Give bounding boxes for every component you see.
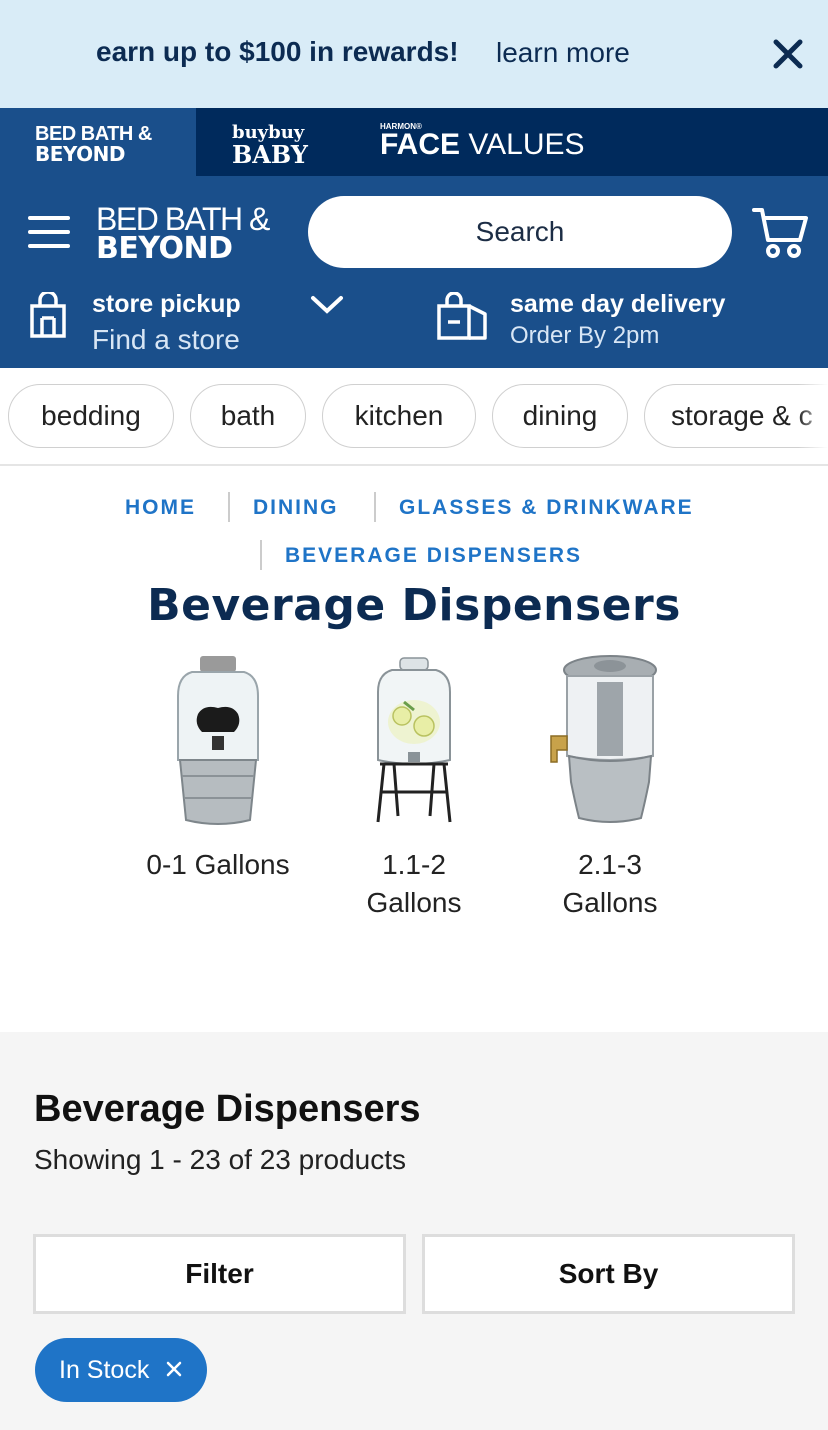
same-day-delivery-selector[interactable]: same day delivery Order By 2pm bbox=[436, 286, 816, 356]
store-icon bbox=[30, 292, 66, 338]
category-pill-dining[interactable]: dining bbox=[492, 384, 628, 448]
dispenser-stand-graphic bbox=[376, 657, 452, 823]
logo-line1: BED BATH & bbox=[96, 201, 270, 237]
brand-tab-buybuy-baby[interactable]: buybuy BABY bbox=[196, 108, 346, 176]
subcategory-label-line2: Gallons bbox=[562, 887, 658, 918]
brand-face-word: FACE bbox=[380, 128, 461, 161]
subcategory-tile-2-1-3-gallons[interactable]: 2.1-3 Gallons bbox=[520, 650, 700, 922]
dispenser-steel-image bbox=[520, 650, 700, 830]
active-filter-chip[interactable]: In Stock bbox=[35, 1338, 207, 1402]
dispenser-jar-graphic bbox=[177, 656, 259, 825]
shopping-bag-icon bbox=[437, 292, 487, 340]
promo-text: earn up to $100 in rewards! bbox=[96, 36, 459, 67]
logo-line2: BEYOND bbox=[96, 231, 233, 266]
listing-title: Beverage Dispensers bbox=[34, 1088, 421, 1130]
menu-icon[interactable] bbox=[28, 216, 70, 250]
breadcrumb-divider bbox=[260, 540, 262, 570]
pill-bar-fade bbox=[798, 368, 828, 464]
active-filter-label: In Stock bbox=[59, 1355, 150, 1384]
close-icon[interactable] bbox=[165, 1360, 183, 1378]
page-title: Beverage Dispensers bbox=[147, 580, 681, 631]
dispenser-steel-graphic bbox=[550, 655, 657, 823]
category-pill-bath[interactable]: bath bbox=[190, 384, 306, 448]
promo-learn-more-link[interactable]: learn more bbox=[496, 37, 630, 69]
brand-tab-face-values[interactable]: HARMON® FACE VALUES bbox=[346, 108, 606, 176]
dispenser-jar-image bbox=[128, 650, 308, 830]
product-listing-section: Beverage Dispensers Showing 1 - 23 of 23… bbox=[0, 1032, 828, 1430]
brand-values-word: VALUES bbox=[468, 128, 585, 161]
chevron-down-icon bbox=[311, 296, 343, 314]
subcategory-tile-1-1-2-gallons[interactable]: 1.1-2 Gallons bbox=[324, 650, 504, 922]
subcategory-label-line1: 0-1 Gallons bbox=[146, 849, 290, 880]
brand-buybuy-line2: BABY bbox=[232, 140, 308, 169]
promo-banner: earn up to $100 in rewards! learn more bbox=[0, 0, 828, 108]
breadcrumb-divider bbox=[228, 492, 230, 522]
product-count: Showing 1 - 23 of 23 products bbox=[34, 1144, 407, 1175]
subcategory-label-line1: 2.1-3 bbox=[578, 849, 642, 880]
close-icon[interactable] bbox=[770, 36, 806, 72]
category-pill-bedding[interactable]: bedding bbox=[8, 384, 174, 448]
search-input[interactable] bbox=[308, 196, 732, 268]
subcategory-label: 2.1-3 Gallons bbox=[520, 846, 700, 922]
breadcrumb-home[interactable]: HOME bbox=[125, 496, 196, 520]
brand-bbb-line2: BEYOND bbox=[35, 142, 126, 166]
site-header: BED BATH & BEYOND store pickup Find a st… bbox=[0, 176, 828, 368]
breadcrumb-dining[interactable]: DINING bbox=[253, 496, 339, 520]
brand-tab-bed-bath-beyond[interactable]: BED BATH & BEYOND bbox=[0, 108, 196, 176]
store-pickup-title: store pickup bbox=[92, 290, 241, 318]
site-logo[interactable]: BED BATH & BEYOND bbox=[96, 201, 270, 266]
breadcrumb-divider bbox=[374, 492, 376, 522]
same-day-delivery-subtitle: Order By 2pm bbox=[510, 322, 660, 349]
same-day-delivery-title: same day delivery bbox=[510, 290, 726, 318]
breadcrumb-beverage-dispensers[interactable]: BEVERAGE DISPENSERS bbox=[285, 544, 582, 568]
filter-button[interactable]: Filter bbox=[33, 1234, 406, 1314]
category-pill-kitchen[interactable]: kitchen bbox=[322, 384, 476, 448]
subcategory-label: 0-1 Gallons bbox=[128, 846, 308, 884]
subcategory-label-line2: Gallons bbox=[366, 887, 462, 918]
sort-by-button[interactable]: Sort By bbox=[422, 1234, 795, 1314]
cart-icon[interactable] bbox=[752, 206, 808, 260]
brand-face-values-label: FACE VALUES bbox=[380, 128, 585, 162]
category-pill-bar[interactable]: bedding bath kitchen dining storage & c bbox=[0, 368, 828, 466]
subcategory-label-line1: 1.1-2 bbox=[382, 849, 446, 880]
breadcrumb-glasses-drinkware[interactable]: GLASSES & DRINKWARE bbox=[399, 496, 694, 520]
subcategory-tile-0-1-gallons[interactable]: 0-1 Gallons bbox=[128, 650, 308, 884]
store-pickup-selector[interactable]: store pickup Find a store bbox=[28, 286, 398, 356]
subcategory-label: 1.1-2 Gallons bbox=[324, 846, 504, 922]
brand-switcher-bar: BED BATH & BEYOND buybuy BABY HARMON® FA… bbox=[0, 108, 828, 176]
find-a-store-link[interactable]: Find a store bbox=[92, 324, 240, 356]
dispenser-stand-image bbox=[324, 650, 504, 830]
